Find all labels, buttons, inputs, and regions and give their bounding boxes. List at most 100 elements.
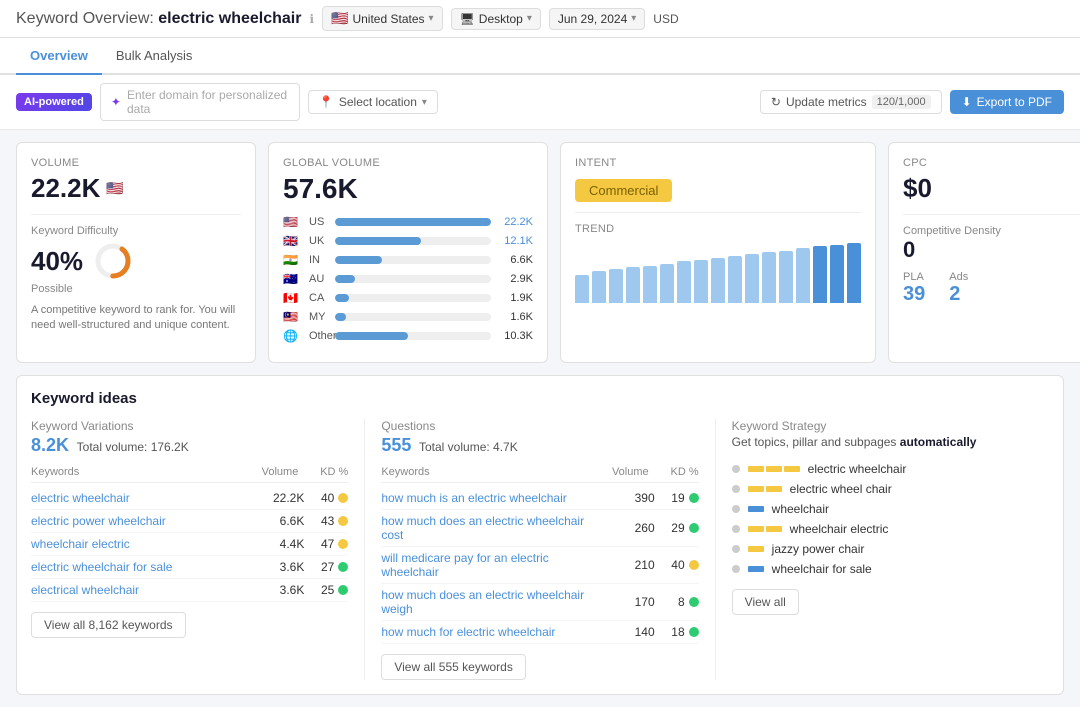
- questions-col: Questions 555 Total volume: 4.7K Keyword…: [381, 419, 715, 680]
- questions-rows: how much is an electric wheelchair 390 1…: [381, 487, 698, 644]
- cpc-card: CPC $0 Competitive Density 0 PLA 39 Ads …: [888, 142, 1080, 363]
- keyword-volume: 22.2K: [244, 491, 304, 505]
- info-icon[interactable]: ℹ: [309, 12, 314, 26]
- keyword-name[interactable]: how much is an electric wheelchair: [381, 491, 594, 505]
- strategy-keyword[interactable]: electric wheel chair: [790, 482, 892, 496]
- trend-bar: [592, 271, 606, 303]
- bar-row: 🌐 Other 10.3K: [283, 329, 533, 343]
- export-label: Export to PDF: [977, 95, 1052, 109]
- strategy-bar-segment: [766, 466, 782, 472]
- volume-number: 22.2K: [31, 173, 100, 204]
- trend-bar: [643, 266, 657, 303]
- strategy-bar-segment: [748, 466, 764, 472]
- country-flag-icon: 🇬🇧: [283, 234, 303, 248]
- view-all-strategy-button[interactable]: View all: [732, 589, 799, 615]
- strategy-desc: Get topics, pillar and subpages automati…: [732, 435, 1049, 449]
- country-label: United States: [352, 12, 424, 26]
- ai-badge: AI-powered: [16, 93, 92, 111]
- keyword-kd: 29: [655, 521, 685, 535]
- keyword-name[interactable]: electric wheelchair for sale: [31, 560, 244, 574]
- strategy-keyword[interactable]: wheelchair electric: [790, 522, 889, 536]
- bar-fill: [335, 275, 355, 283]
- country-flag-icon: 🌐: [283, 329, 303, 343]
- strategy-dot: [732, 525, 740, 533]
- country-selector[interactable]: 🇺🇸 United States ▾: [322, 6, 443, 31]
- variations-col: Keyword Variations 8.2K Total volume: 17…: [31, 419, 365, 680]
- strategy-keyword[interactable]: jazzy power chair: [772, 542, 865, 556]
- questions-title: Questions: [381, 419, 698, 433]
- questions-sub: Total volume: 4.7K: [419, 440, 518, 454]
- trend-bar: [762, 252, 776, 303]
- table-row: wheelchair electric 4.4K 47: [31, 533, 348, 556]
- pla-label: PLA: [903, 271, 925, 283]
- strategy-keyword[interactable]: wheelchair for sale: [772, 562, 872, 576]
- col-volume: Volume: [589, 466, 649, 478]
- date-selector[interactable]: Jun 29, 2024 ▾: [549, 8, 645, 30]
- col-volume: Volume: [238, 466, 298, 478]
- table-row: how much does an electric wheelchair wei…: [381, 584, 698, 621]
- kd-dot: [689, 627, 699, 637]
- update-metrics-button[interactable]: ↻ Update metrics 120/1,000: [760, 90, 942, 114]
- location-button[interactable]: 📍 Select location ▾: [308, 90, 438, 114]
- kd-dot: [338, 516, 348, 526]
- device-label: Desktop: [479, 12, 523, 26]
- trend-bar: [660, 264, 674, 303]
- list-item: jazzy power chair: [732, 539, 1049, 559]
- trend-bar: [694, 260, 708, 303]
- intent-label: Intent: [575, 157, 861, 169]
- strategy-keyword[interactable]: wheelchair: [772, 502, 829, 516]
- variations-table: Keywords Volume KD % electric wheelchair…: [31, 466, 348, 602]
- keyword-volume: 390: [595, 491, 655, 505]
- trend-bar: [796, 248, 810, 303]
- bar-value: 1.6K: [497, 311, 533, 323]
- bar-row: 🇨🇦 CA 1.9K: [283, 291, 533, 305]
- bar-fill: [335, 294, 349, 302]
- keyword-name[interactable]: how much for electric wheelchair: [381, 625, 594, 639]
- view-all-variations-button[interactable]: View all 8,162 keywords: [31, 612, 186, 638]
- main-content: Volume 22.2K 🇺🇸 Keyword Difficulty 40% P…: [0, 130, 1080, 707]
- keyword-name[interactable]: how much does an electric wheelchair wei…: [381, 588, 594, 616]
- view-all-questions-button[interactable]: View all 555 keywords: [381, 654, 526, 680]
- currency-label: USD: [653, 12, 678, 26]
- country-flag-icon: 🇦🇺: [283, 272, 303, 286]
- strategy-title: Keyword Strategy: [732, 419, 1049, 433]
- bar-track: [335, 294, 491, 302]
- keyword-name[interactable]: electric power wheelchair: [31, 514, 244, 528]
- keyword-name[interactable]: will medicare pay for an electric wheelc…: [381, 551, 594, 579]
- metrics-row: Volume 22.2K 🇺🇸 Keyword Difficulty 40% P…: [16, 142, 1064, 363]
- domain-input[interactable]: ✦ Enter domain for personalized data: [100, 83, 300, 121]
- strategy-bar-segment: [748, 486, 764, 492]
- device-selector[interactable]: 🖥 Desktop ▾: [451, 8, 541, 30]
- tab-overview[interactable]: Overview: [16, 38, 102, 75]
- strategy-bar-segment: [748, 506, 764, 512]
- bar-value: 6.6K: [497, 254, 533, 266]
- country-code: MY: [309, 311, 329, 323]
- table-row: how much is an electric wheelchair 390 1…: [381, 487, 698, 510]
- keyword-name[interactable]: how much does an electric wheelchair cos…: [381, 514, 594, 542]
- tab-bulk-analysis[interactable]: Bulk Analysis: [102, 38, 207, 75]
- strategy-dot: [732, 545, 740, 553]
- competitive-density-value: 0: [903, 237, 1080, 263]
- kd-dot: [689, 560, 699, 570]
- col-kd: KD %: [649, 466, 699, 478]
- keyword-volume: 170: [595, 595, 655, 609]
- volume-label: Volume: [31, 157, 241, 169]
- country-code: Other: [309, 330, 329, 342]
- keyword-kd: 43: [304, 514, 334, 528]
- keyword-name[interactable]: electric wheelchair: [31, 491, 244, 505]
- page-title: Keyword Overview: electric wheelchair: [16, 10, 301, 28]
- competitive-density-label: Competitive Density: [903, 225, 1080, 237]
- keyword-volume: 6.6K: [244, 514, 304, 528]
- country-flag-icon: 🇲🇾: [283, 310, 303, 324]
- bar-row: 🇮🇳 IN 6.6K: [283, 253, 533, 267]
- variations-sub: Total volume: 176.2K: [77, 440, 189, 454]
- country-flag-icon: 🇮🇳: [283, 253, 303, 267]
- strategy-keyword[interactable]: electric wheelchair: [808, 462, 907, 476]
- trend-label: Trend: [575, 223, 861, 235]
- keyword-name[interactable]: wheelchair electric: [31, 537, 244, 551]
- export-button[interactable]: ⬇ Export to PDF: [950, 90, 1064, 114]
- bar-fill: [335, 237, 421, 245]
- global-volume-card: Global Volume 57.6K 🇺🇸 US 22.2K 🇬🇧 UK 12…: [268, 142, 548, 363]
- country-code: IN: [309, 254, 329, 266]
- questions-table-head: Keywords Volume KD %: [381, 466, 698, 483]
